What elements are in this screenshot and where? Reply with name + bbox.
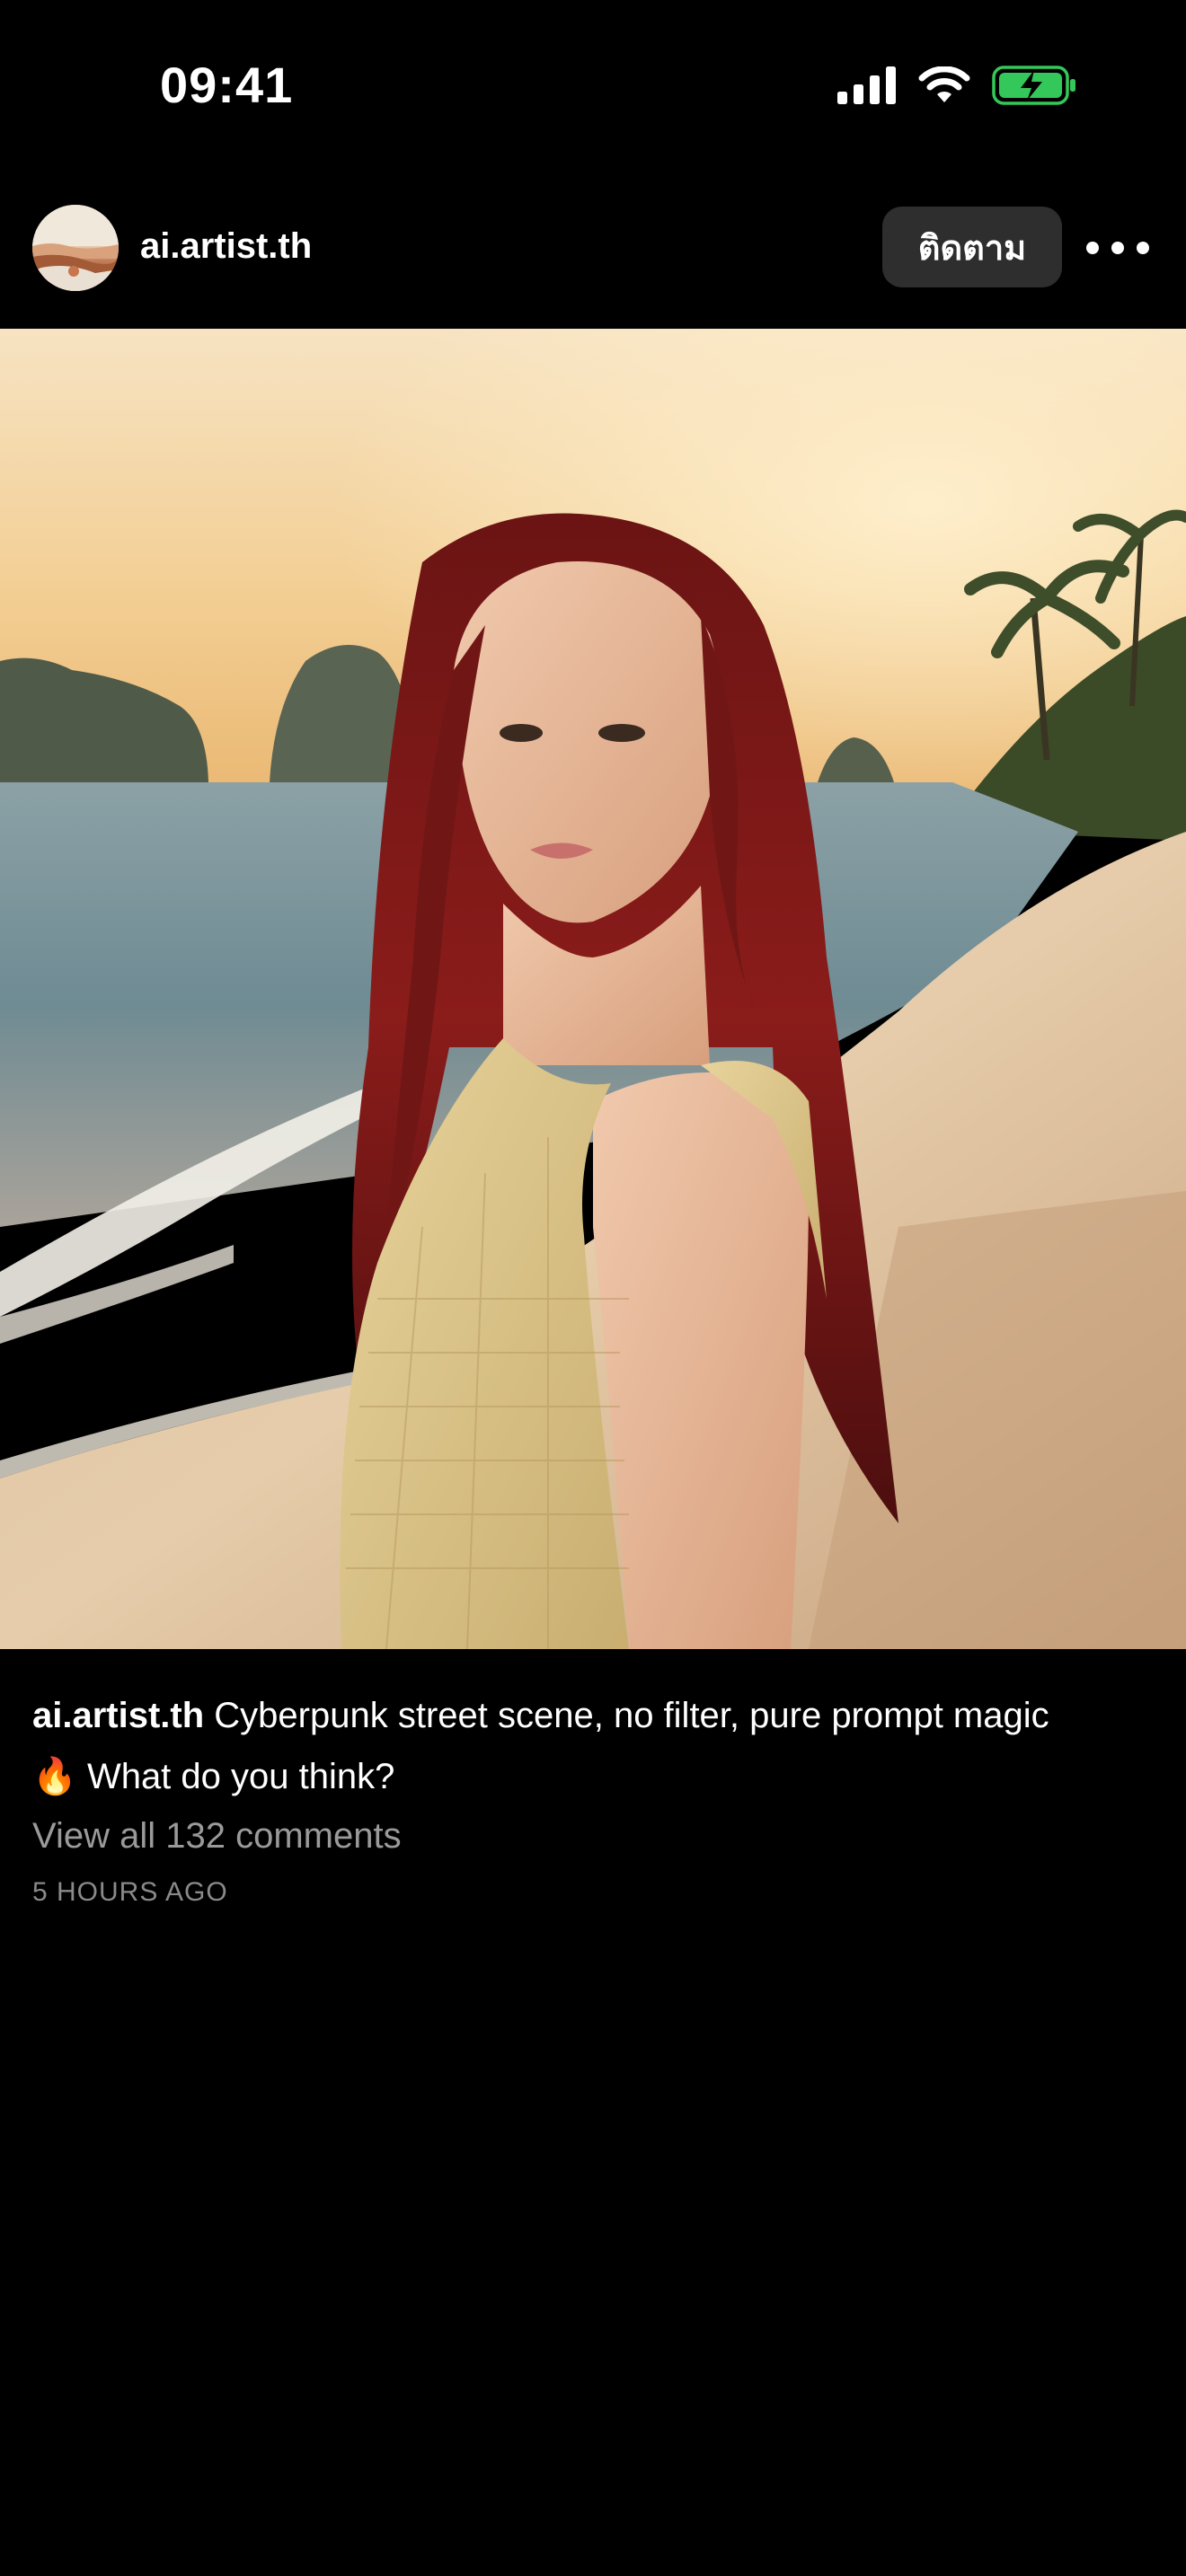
more-horizontal-icon	[1086, 242, 1149, 254]
view-comments-link[interactable]: View all 132 comments	[32, 1816, 402, 1857]
battery-charging-icon	[992, 66, 1075, 105]
status-icons	[837, 65, 1076, 106]
more-options-button[interactable]	[1082, 219, 1154, 277]
caption-question: What do you think?	[86, 1757, 395, 1796]
follow-button[interactable]: ติดตาม	[882, 207, 1062, 287]
caption-username[interactable]: ai.artist.th	[32, 1696, 204, 1735]
wifi-icon	[918, 66, 970, 102]
post-header: ai.artist.th ติดตาม	[0, 180, 1186, 314]
post-image[interactable]	[0, 329, 1186, 1649]
status-bar: 09:41	[0, 0, 1186, 171]
post-timestamp: 5 HOURS AGO	[32, 1877, 228, 1907]
post-username[interactable]: ai.artist.th	[140, 226, 312, 267]
avatar[interactable]	[32, 205, 119, 291]
status-time: 09:41	[160, 57, 294, 113]
caption-text: Cyberpunk street scene, no filter, pure …	[214, 1696, 1049, 1735]
cellular-signal-icon	[837, 66, 896, 104]
post-caption: ai.artist.th Cyberpunk street scene, no …	[32, 1685, 1164, 1807]
fire-emoji: 🔥	[32, 1757, 77, 1796]
